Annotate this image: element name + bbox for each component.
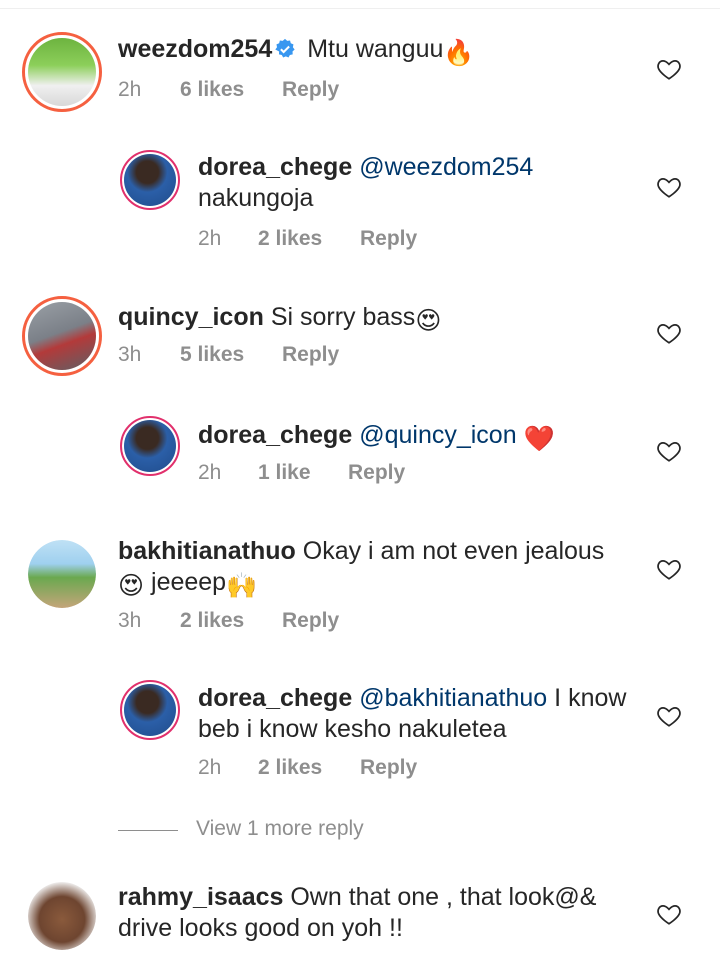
reply-button[interactable]: Reply xyxy=(360,227,417,251)
comment-text: nakungoja xyxy=(198,184,314,212)
username[interactable]: dorea_chege xyxy=(198,153,352,181)
mention-link[interactable]: @bakhitianathuo xyxy=(359,684,547,712)
avatar[interactable] xyxy=(120,680,180,740)
username[interactable]: weezdom254 xyxy=(118,35,272,63)
view-more-replies[interactable]: View 1 more reply xyxy=(118,817,518,847)
username[interactable]: bakhitianathuo xyxy=(118,537,296,565)
top-divider xyxy=(0,8,720,9)
comment-text-line1: Own that one , that look@& xyxy=(290,883,597,911)
timestamp: 3h xyxy=(118,343,142,366)
timestamp: 2h xyxy=(198,461,222,484)
heart-icon[interactable] xyxy=(656,901,682,927)
comment-text-line1: Okay i am not even jealous xyxy=(302,537,605,565)
timestamp: 2h xyxy=(118,78,142,101)
avatar[interactable] xyxy=(22,296,102,376)
timestamp: 2h xyxy=(198,756,222,779)
comment-text: Si sorry bass xyxy=(270,303,416,331)
timestamp: 2h xyxy=(198,227,222,250)
reply-button[interactable]: Reply xyxy=(348,461,405,485)
likes-count[interactable]: 2 likes xyxy=(258,227,322,251)
heart-icon[interactable] xyxy=(656,438,682,464)
mention-link[interactable]: @quincy_icon xyxy=(359,421,516,449)
heart-eyes-emoji-icon: 😍 xyxy=(415,307,442,335)
comment-text-line2: drive looks good on yoh !! xyxy=(118,914,403,942)
username[interactable]: quincy_icon xyxy=(118,303,264,331)
heart-icon[interactable] xyxy=(656,703,682,729)
timestamp: 3h xyxy=(118,609,142,632)
verified-badge-icon xyxy=(275,38,295,58)
reply-button[interactable]: Reply xyxy=(282,78,339,102)
heart-icon[interactable] xyxy=(656,320,682,346)
reply-button[interactable]: Reply xyxy=(360,756,417,780)
heart-icon[interactable] xyxy=(656,56,682,82)
avatar[interactable] xyxy=(22,32,102,112)
likes-count[interactable]: 2 likes xyxy=(258,756,322,780)
reply-button[interactable]: Reply xyxy=(282,343,339,367)
heart-icon[interactable] xyxy=(656,556,682,582)
likes-count[interactable]: 2 likes xyxy=(180,609,244,633)
divider-line xyxy=(118,830,178,831)
username[interactable]: dorea_chege xyxy=(198,684,352,712)
avatar[interactable] xyxy=(28,882,96,950)
comment-text: Mtu wanguu xyxy=(307,35,444,63)
fire-emoji-icon: 🔥 xyxy=(443,39,475,67)
avatar[interactable] xyxy=(120,416,180,476)
heart-icon[interactable] xyxy=(656,174,682,200)
comment-text-line2: jeeeep xyxy=(151,568,227,596)
comment-text-line2: beb i know kesho nakuletea xyxy=(198,715,507,743)
likes-count[interactable]: 6 likes xyxy=(180,78,244,102)
likes-count[interactable]: 1 like xyxy=(258,461,311,485)
comment-text-line1: I know xyxy=(554,684,627,712)
mention-link[interactable]: @weezdom254 xyxy=(359,153,533,181)
raised-hands-emoji-icon: 🙌 xyxy=(226,572,258,600)
heart-eyes-emoji-icon: 😍 xyxy=(118,572,145,600)
username[interactable]: dorea_chege xyxy=(198,421,352,449)
username[interactable]: rahmy_isaacs xyxy=(118,883,283,911)
likes-count[interactable]: 5 likes xyxy=(180,343,244,367)
red-heart-emoji-icon: ❤️ xyxy=(523,425,555,453)
avatar[interactable] xyxy=(28,540,96,608)
view-more-replies-label[interactable]: View 1 more reply xyxy=(196,817,364,841)
avatar[interactable] xyxy=(120,150,180,210)
reply-button[interactable]: Reply xyxy=(282,609,339,633)
